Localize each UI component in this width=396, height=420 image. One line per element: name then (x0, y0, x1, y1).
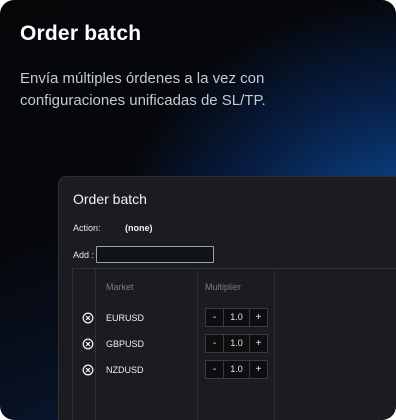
market-symbol: GBPUSD (106, 339, 145, 349)
markets-table: Market Multiplier EURUSD - 1.0 + GBPUSD … (72, 268, 396, 420)
increment-button[interactable]: + (249, 308, 268, 327)
action-value[interactable]: (none) (125, 223, 153, 233)
increment-button[interactable]: + (249, 360, 268, 379)
add-market-input[interactable] (96, 246, 214, 263)
table-row: GBPUSD - 1.0 + (73, 331, 396, 357)
multiplier-stepper: - 1.0 + (205, 360, 268, 379)
decrement-button[interactable]: - (205, 360, 224, 379)
market-symbol: EURUSD (106, 313, 145, 323)
multiplier-value[interactable]: 1.0 (224, 360, 249, 379)
column-header-market: Market (106, 282, 134, 292)
increment-button[interactable]: + (249, 334, 268, 353)
decrement-button[interactable]: - (205, 308, 224, 327)
promo-card: Order batch Envía múltiples órdenes a la… (0, 0, 396, 420)
multiplier-stepper: - 1.0 + (205, 308, 268, 327)
column-header-multiplier: Multiplier (205, 282, 242, 292)
remove-circle-x-icon[interactable] (82, 364, 94, 376)
market-symbol: NZDUSD (106, 365, 144, 375)
window-title: Order batch (73, 191, 147, 207)
remove-circle-x-icon[interactable] (82, 312, 94, 324)
action-label: Action: (73, 223, 101, 233)
remove-circle-x-icon[interactable] (82, 338, 94, 350)
table-row: NZDUSD - 1.0 + (73, 357, 396, 383)
multiplier-stepper: - 1.0 + (205, 334, 268, 353)
table-row: EURUSD - 1.0 + (73, 305, 396, 331)
order-batch-window: Order batch Action: (none) Add : Market … (58, 176, 396, 420)
hero-subtitle: Envía múltiples órdenes a la vez con con… (20, 70, 266, 109)
multiplier-value[interactable]: 1.0 (224, 334, 249, 353)
decrement-button[interactable]: - (205, 334, 224, 353)
multiplier-value[interactable]: 1.0 (224, 308, 249, 327)
hero-title: Order batch (20, 22, 142, 45)
add-label: Add : (73, 250, 95, 260)
